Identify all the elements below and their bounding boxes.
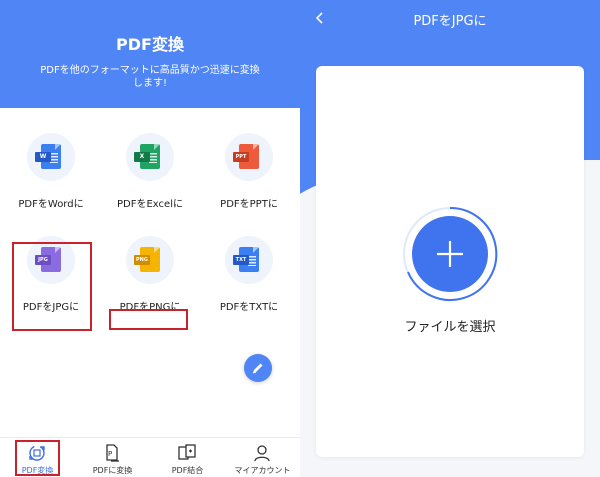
tool-pdf-to-excel[interactable]: X PDFをExcelに <box>101 117 199 215</box>
pdf-convert-screen: PDF変換 PDFを他のフォーマットに高品質かつ迅速に変換します! W PDFを… <box>0 0 300 477</box>
select-file-label: ファイルを選択 <box>404 320 496 335</box>
tool-label: PDFをTXTに <box>219 302 279 313</box>
highlight-png-label <box>109 309 188 330</box>
nav-label: PDF結合 <box>171 466 204 475</box>
tool-label: PDFをPPTに <box>220 199 278 210</box>
png-doc-icon: PNG <box>134 247 160 272</box>
to-pdf-icon: P <box>106 444 119 462</box>
tool-pdf-to-word[interactable]: W PDFをWordに <box>2 117 100 215</box>
edit-fab-button[interactable] <box>244 354 272 382</box>
tool-label: PDFをWordに <box>18 199 84 210</box>
account-icon <box>254 445 270 462</box>
pdf-to-jpg-screen: PDFをJPGに ファイルを選択 <box>300 0 600 477</box>
file-select-card: ファイルを選択 <box>316 66 584 457</box>
txt-doc-icon: TXT <box>233 247 259 272</box>
merge-icon <box>178 444 196 460</box>
highlight-jpg-tool <box>12 242 92 331</box>
edit-pencil-icon <box>252 363 263 374</box>
svg-text:P: P <box>108 450 112 458</box>
ppt-doc-icon: PPT <box>233 144 259 169</box>
header-banner: PDF変換 PDFを他のフォーマットに高品質かつ迅速に変換します! <box>0 0 300 108</box>
nav-my-account[interactable]: マイアカウント <box>225 438 300 477</box>
add-file-button[interactable] <box>412 216 488 292</box>
page-title: PDF変換 <box>116 35 184 54</box>
excel-doc-icon: X <box>134 144 160 169</box>
tool-pdf-to-ppt[interactable]: PPT PDFをPPTに <box>200 117 298 215</box>
nav-pdf-merge[interactable]: PDF結合 <box>150 438 225 477</box>
tool-label: PDFをExcelに <box>117 199 183 210</box>
word-doc-icon: W <box>35 144 61 169</box>
nav-to-pdf[interactable]: P PDFに変換 <box>75 438 150 477</box>
nav-label: PDFに変換 <box>92 466 133 475</box>
page-title: PDFをJPGに <box>413 14 487 29</box>
page-subtitle: PDFを他のフォーマットに高品質かつ迅速に変換します! <box>40 65 260 89</box>
nav-label: マイアカウント <box>234 466 291 475</box>
tool-pdf-to-png[interactable]: PNG PDFをPNGに <box>101 220 199 318</box>
highlight-nav-convert <box>15 440 60 476</box>
tool-pdf-to-txt[interactable]: TXT PDFをTXTに <box>200 220 298 318</box>
plus-icon <box>437 241 463 267</box>
